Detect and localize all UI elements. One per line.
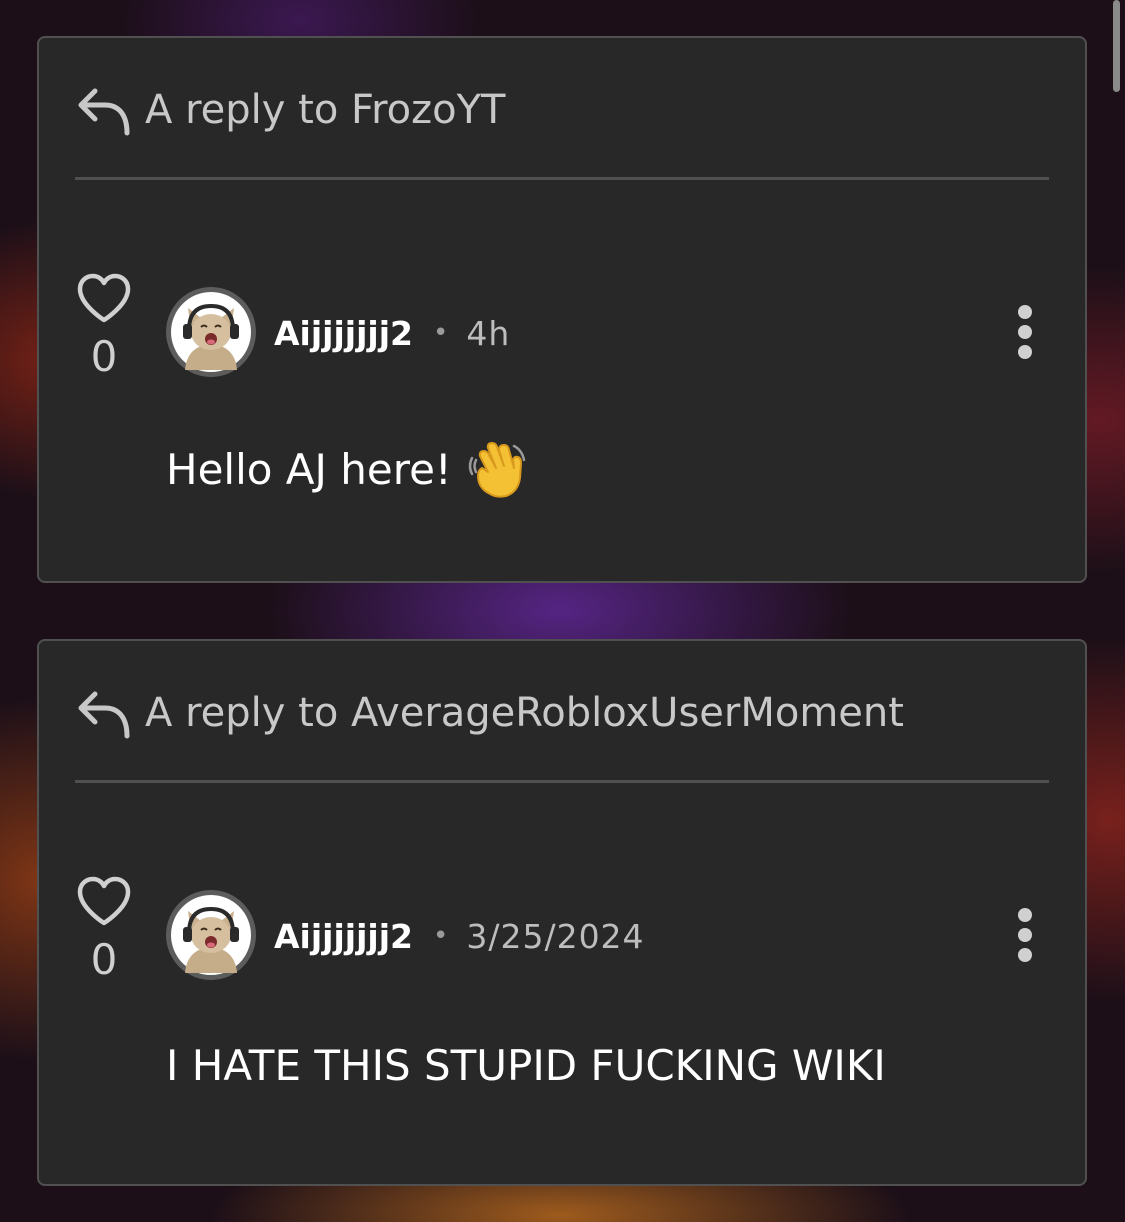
scrollbar-thumb[interactable] — [1113, 0, 1120, 92]
meta-separator: • — [433, 921, 449, 951]
username[interactable]: Aijjjjjjj2 — [274, 917, 413, 956]
heart-icon[interactable] — [75, 875, 133, 927]
divider — [75, 177, 1049, 180]
username[interactable]: Aijjjjjjj2 — [274, 314, 413, 353]
heart-icon[interactable] — [75, 272, 133, 324]
cat-avatar-icon — [171, 895, 251, 975]
reply-context[interactable]: A reply to AverageRobloxUserMoment — [75, 683, 904, 743]
more-options-button[interactable] — [1015, 304, 1035, 360]
comment-card: A reply to AverageRobloxUserMoment 0 Aij… — [37, 639, 1087, 1186]
reply-context[interactable]: A reply to FrozoYT — [75, 80, 506, 140]
comment-text: I HATE THIS STUPID FUCKING WIKI — [166, 1041, 886, 1090]
comment-body: I HATE THIS STUPID FUCKING WIKI — [166, 1041, 886, 1090]
more-vertical-icon — [1018, 908, 1032, 962]
like-control: 0 — [75, 272, 133, 381]
more-options-button[interactable] — [1015, 907, 1035, 963]
reply-to-label: A reply to FrozoYT — [145, 87, 506, 133]
comment-card: A reply to FrozoYT 0 Aijjjjjjj2 • 4h Hel… — [37, 36, 1087, 583]
waving-hand-icon — [468, 442, 526, 498]
reply-arrow-icon — [78, 88, 130, 136]
timestamp: 3/25/2024 — [466, 916, 645, 956]
avatar[interactable] — [166, 287, 256, 377]
comment-meta: Aijjjjjjj2 • 3/25/2024 — [274, 915, 645, 957]
avatar[interactable] — [166, 890, 256, 980]
more-vertical-icon — [1018, 305, 1032, 359]
reply-arrow-icon — [78, 691, 130, 739]
divider — [75, 780, 1049, 783]
meta-separator: • — [433, 318, 449, 348]
reply-to-label: A reply to AverageRobloxUserMoment — [145, 690, 904, 736]
comment-body: Hello AJ here! — [166, 438, 528, 500]
timestamp: 4h — [466, 313, 511, 353]
cat-avatar-icon — [171, 292, 251, 372]
like-count: 0 — [90, 332, 118, 381]
comment-text: Hello AJ here! — [166, 444, 452, 494]
comment-meta: Aijjjjjjj2 • 4h — [274, 312, 510, 354]
like-count: 0 — [90, 935, 118, 984]
like-control: 0 — [75, 875, 133, 984]
